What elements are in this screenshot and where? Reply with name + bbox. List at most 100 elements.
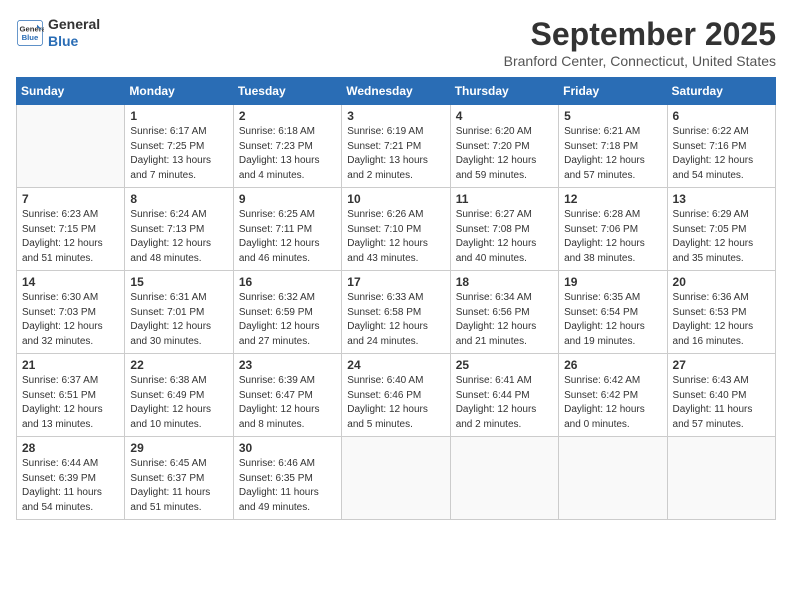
table-row: 14 Sunrise: 6:30 AM Sunset: 7:03 PM Dayli… bbox=[17, 271, 125, 354]
table-row: 22 Sunrise: 6:38 AM Sunset: 6:49 PM Dayli… bbox=[125, 354, 233, 437]
day-number: 27 bbox=[673, 358, 770, 372]
table-row: 15 Sunrise: 6:31 AM Sunset: 7:01 PM Dayli… bbox=[125, 271, 233, 354]
col-friday: Friday bbox=[559, 78, 667, 105]
day-info: Sunrise: 6:44 AM Sunset: 6:39 PM Dayligh… bbox=[22, 457, 119, 515]
day-info: Sunrise: 6:39 AM Sunset: 6:47 PM Dayligh… bbox=[239, 374, 336, 432]
table-row: 23 Sunrise: 6:39 AM Sunset: 6:47 PM Dayli… bbox=[233, 354, 341, 437]
table-row: 26Sunrise: 6:42 AM Sunset: 6:42 PM Dayli… bbox=[559, 354, 667, 437]
table-row: 27 Sunrise: 6:43 AM Sunset: 6:40 PM Dayli… bbox=[667, 354, 775, 437]
logo-line2: Blue bbox=[48, 33, 100, 50]
day-number: 6 bbox=[673, 109, 770, 123]
day-info: Sunrise: 6:27 AM Sunset: 7:08 PM Dayligh… bbox=[456, 208, 553, 266]
day-info: Sunrise: 6:19 AM Sunset: 7:21 PM Dayligh… bbox=[347, 125, 444, 183]
day-number: 25 bbox=[456, 358, 553, 372]
table-row: 6 Sunrise: 6:22 AM Sunset: 7:16 PM Daylig… bbox=[667, 105, 775, 188]
day-info: Sunrise: 6:42 AM Sunset: 6:42 PM Dayligh… bbox=[564, 374, 661, 432]
table-row: 2 Sunrise: 6:18 AM Sunset: 7:23 PM Daylig… bbox=[233, 105, 341, 188]
day-info: Sunrise: 6:28 AM Sunset: 7:06 PM Dayligh… bbox=[564, 208, 661, 266]
table-row: 4 Sunrise: 6:20 AM Sunset: 7:20 PM Daylig… bbox=[450, 105, 558, 188]
day-info: Sunrise: 6:38 AM Sunset: 6:49 PM Dayligh… bbox=[130, 374, 227, 432]
day-info: Sunrise: 6:24 AM Sunset: 7:13 PM Dayligh… bbox=[130, 208, 227, 266]
day-number: 22 bbox=[130, 358, 227, 372]
day-number: 18 bbox=[456, 275, 553, 289]
table-row bbox=[559, 437, 667, 520]
col-sunday: Sunday bbox=[17, 78, 125, 105]
day-number: 14 bbox=[22, 275, 119, 289]
day-info: Sunrise: 6:23 AM Sunset: 7:15 PM Dayligh… bbox=[22, 208, 119, 266]
day-number: 10 bbox=[347, 192, 444, 206]
table-row bbox=[667, 437, 775, 520]
logo-icon: General Blue bbox=[16, 19, 44, 47]
col-tuesday: Tuesday bbox=[233, 78, 341, 105]
table-row: 25 Sunrise: 6:41 AM Sunset: 6:44 PM Dayli… bbox=[450, 354, 558, 437]
day-number: 8 bbox=[130, 192, 227, 206]
table-row: 21 Sunrise: 6:37 AM Sunset: 6:51 PM Dayli… bbox=[17, 354, 125, 437]
day-info: Sunrise: 6:32 AM Sunset: 6:59 PM Dayligh… bbox=[239, 291, 336, 349]
day-info: Sunrise: 6:25 AM Sunset: 7:11 PM Dayligh… bbox=[239, 208, 336, 266]
location-title: Branford Center, Connecticut, United Sta… bbox=[504, 53, 776, 69]
day-number: 5 bbox=[564, 109, 661, 123]
day-number: 15 bbox=[130, 275, 227, 289]
table-row: 12 Sunrise: 6:28 AM Sunset: 7:06 PM Dayli… bbox=[559, 188, 667, 271]
day-info: Sunrise: 6:18 AM Sunset: 7:23 PM Dayligh… bbox=[239, 125, 336, 183]
day-info: Sunrise: 6:30 AM Sunset: 7:03 PM Dayligh… bbox=[22, 291, 119, 349]
day-number: 24 bbox=[347, 358, 444, 372]
day-info: Sunrise: 6:29 AM Sunset: 7:05 PM Dayligh… bbox=[673, 208, 770, 266]
day-info: Sunrise: 6:43 AM Sunset: 6:40 PM Dayligh… bbox=[673, 374, 770, 432]
calendar-table: Sunday Monday Tuesday Wednesday Thursday… bbox=[16, 77, 776, 520]
day-number: 7 bbox=[22, 192, 119, 206]
day-number: 17 bbox=[347, 275, 444, 289]
table-row: 10 Sunrise: 6:26 AM Sunset: 7:10 PM Dayli… bbox=[342, 188, 450, 271]
table-row: 29 Sunrise: 6:45 AM Sunset: 6:37 PM Dayli… bbox=[125, 437, 233, 520]
day-info: Sunrise: 6:40 AM Sunset: 6:46 PM Dayligh… bbox=[347, 374, 444, 432]
col-wednesday: Wednesday bbox=[342, 78, 450, 105]
day-info: Sunrise: 6:26 AM Sunset: 7:10 PM Dayligh… bbox=[347, 208, 444, 266]
svg-text:General: General bbox=[20, 24, 45, 33]
month-title: September 2025 bbox=[504, 16, 776, 53]
day-number: 11 bbox=[456, 192, 553, 206]
day-info: Sunrise: 6:33 AM Sunset: 6:58 PM Dayligh… bbox=[347, 291, 444, 349]
col-thursday: Thursday bbox=[450, 78, 558, 105]
col-saturday: Saturday bbox=[667, 78, 775, 105]
table-row: 9 Sunrise: 6:25 AM Sunset: 7:11 PM Daylig… bbox=[233, 188, 341, 271]
day-number: 2 bbox=[239, 109, 336, 123]
day-info: Sunrise: 6:46 AM Sunset: 6:35 PM Dayligh… bbox=[239, 457, 336, 515]
day-info: Sunrise: 6:17 AM Sunset: 7:25 PM Dayligh… bbox=[130, 125, 227, 183]
table-row: 5Sunrise: 6:21 AM Sunset: 7:18 PM Daylig… bbox=[559, 105, 667, 188]
table-row bbox=[17, 105, 125, 188]
day-number: 21 bbox=[22, 358, 119, 372]
svg-text:Blue: Blue bbox=[22, 33, 39, 42]
day-number: 9 bbox=[239, 192, 336, 206]
header-row: Sunday Monday Tuesday Wednesday Thursday… bbox=[17, 78, 776, 105]
day-number: 20 bbox=[673, 275, 770, 289]
day-number: 1 bbox=[130, 109, 227, 123]
table-row: 1 Sunrise: 6:17 AM Sunset: 7:25 PM Daylig… bbox=[125, 105, 233, 188]
day-number: 3 bbox=[347, 109, 444, 123]
day-info: Sunrise: 6:31 AM Sunset: 7:01 PM Dayligh… bbox=[130, 291, 227, 349]
table-row: 7 Sunrise: 6:23 AM Sunset: 7:15 PM Daylig… bbox=[17, 188, 125, 271]
day-number: 12 bbox=[564, 192, 661, 206]
day-info: Sunrise: 6:45 AM Sunset: 6:37 PM Dayligh… bbox=[130, 457, 227, 515]
table-row: 20Sunrise: 6:36 AM Sunset: 6:53 PM Dayli… bbox=[667, 271, 775, 354]
day-info: Sunrise: 6:41 AM Sunset: 6:44 PM Dayligh… bbox=[456, 374, 553, 432]
table-row bbox=[342, 437, 450, 520]
table-row: 24 Sunrise: 6:40 AM Sunset: 6:46 PM Dayli… bbox=[342, 354, 450, 437]
table-row: 3 Sunrise: 6:19 AM Sunset: 7:21 PM Daylig… bbox=[342, 105, 450, 188]
logo: General Blue General Blue bbox=[16, 16, 100, 50]
day-info: Sunrise: 6:37 AM Sunset: 6:51 PM Dayligh… bbox=[22, 374, 119, 432]
table-row: 16Sunrise: 6:32 AM Sunset: 6:59 PM Dayli… bbox=[233, 271, 341, 354]
day-info: Sunrise: 6:22 AM Sunset: 7:16 PM Dayligh… bbox=[673, 125, 770, 183]
day-number: 23 bbox=[239, 358, 336, 372]
table-row: 19Sunrise: 6:35 AM Sunset: 6:54 PM Dayli… bbox=[559, 271, 667, 354]
table-row: 30 Sunrise: 6:46 AM Sunset: 6:35 PM Dayli… bbox=[233, 437, 341, 520]
logo-line1: General bbox=[48, 16, 100, 33]
day-info: Sunrise: 6:20 AM Sunset: 7:20 PM Dayligh… bbox=[456, 125, 553, 183]
day-number: 4 bbox=[456, 109, 553, 123]
day-number: 30 bbox=[239, 441, 336, 455]
day-number: 29 bbox=[130, 441, 227, 455]
table-row: 8 Sunrise: 6:24 AM Sunset: 7:13 PM Daylig… bbox=[125, 188, 233, 271]
header: General Blue General Blue September 2025… bbox=[16, 16, 776, 69]
day-info: Sunrise: 6:34 AM Sunset: 6:56 PM Dayligh… bbox=[456, 291, 553, 349]
table-row: 13Sunrise: 6:29 AM Sunset: 7:05 PM Dayli… bbox=[667, 188, 775, 271]
day-info: Sunrise: 6:35 AM Sunset: 6:54 PM Dayligh… bbox=[564, 291, 661, 349]
